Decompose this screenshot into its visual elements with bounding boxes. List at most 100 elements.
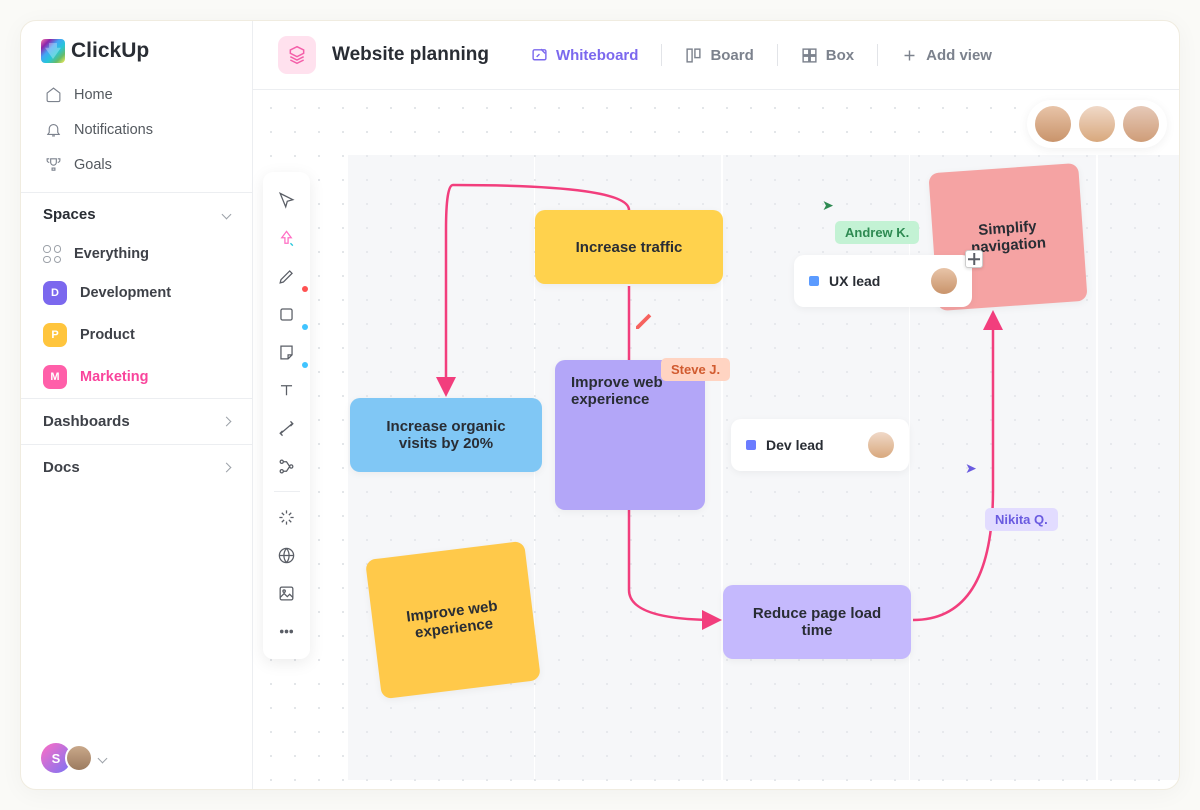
tool-image[interactable] bbox=[269, 575, 305, 611]
space-label: Marketing bbox=[80, 369, 149, 385]
user-avatar-photo bbox=[65, 744, 93, 772]
whiteboard-icon bbox=[531, 47, 548, 64]
pencil-icon bbox=[277, 267, 296, 286]
separator bbox=[274, 491, 300, 492]
nav-home-label: Home bbox=[74, 87, 113, 103]
sticky-icon bbox=[277, 343, 296, 362]
tool-more[interactable] bbox=[269, 613, 305, 649]
grid-icon bbox=[43, 245, 61, 263]
image-icon bbox=[277, 584, 296, 603]
space-badge: P bbox=[43, 323, 67, 347]
bell-icon bbox=[45, 121, 62, 138]
logo-mark-icon bbox=[41, 39, 65, 63]
presence-avatar[interactable]: .pres-av[style*="linear-gradient(180deg,… bbox=[1079, 106, 1115, 142]
grid-column bbox=[1098, 155, 1180, 780]
remote-cursor-andrew: ➤ bbox=[822, 197, 834, 214]
dashboards-section[interactable]: Dashboards bbox=[21, 398, 252, 444]
space-label: Product bbox=[80, 327, 135, 343]
globe-icon bbox=[277, 546, 296, 565]
space-badge: D bbox=[43, 281, 67, 305]
nav-goals-label: Goals bbox=[74, 157, 112, 173]
presence-avatar[interactable]: .pres-av[style*="linear-gradient(180deg,… bbox=[1123, 106, 1159, 142]
assignee-label: UX lead bbox=[829, 273, 880, 289]
project-icon bbox=[278, 36, 316, 74]
docs-section[interactable]: Docs bbox=[21, 444, 252, 490]
presence-avatar[interactable]: .pres-av[style*="linear-gradient(180deg,… bbox=[1035, 106, 1071, 142]
project-title: Website planning bbox=[332, 44, 489, 66]
tab-board-label: Board bbox=[710, 47, 753, 64]
card[interactable]: Increase traffic bbox=[535, 210, 723, 284]
tool-clickup[interactable] bbox=[269, 220, 305, 256]
nav-home[interactable]: Home bbox=[33, 77, 240, 112]
space-everything-label: Everything bbox=[74, 246, 149, 262]
chevron-right-icon bbox=[222, 463, 232, 473]
tool-text[interactable] bbox=[269, 372, 305, 408]
whiteboard-canvas[interactable]: .pres-av[style*="linear-gradient(180deg,… bbox=[253, 90, 1179, 789]
tab-box[interactable]: Box bbox=[787, 40, 868, 71]
connector-icon bbox=[277, 419, 296, 438]
nav-notifications-label: Notifications bbox=[74, 122, 153, 138]
main: Website planning Whiteboard Board Box Ad… bbox=[253, 21, 1179, 789]
card[interactable]: Improve web experience bbox=[555, 360, 705, 510]
cursor-label-andrew: Andrew K. bbox=[835, 221, 919, 244]
tab-board[interactable]: Board bbox=[671, 40, 767, 71]
tool-pencil[interactable] bbox=[269, 258, 305, 294]
space-item-development[interactable]: D Development bbox=[21, 272, 252, 314]
chevron-right-icon bbox=[222, 417, 232, 427]
assignee-label: Dev lead bbox=[766, 437, 824, 453]
add-view-button[interactable]: Add view bbox=[887, 40, 1006, 71]
docs-label: Docs bbox=[43, 459, 80, 476]
dots-icon bbox=[277, 622, 296, 641]
nodes-icon bbox=[277, 457, 296, 476]
tab-whiteboard-label: Whiteboard bbox=[556, 47, 639, 64]
move-handle-icon[interactable] bbox=[965, 250, 983, 268]
status-icon bbox=[746, 440, 756, 450]
square-icon bbox=[277, 305, 296, 324]
color-badge bbox=[302, 362, 308, 368]
space-item-product[interactable]: P Product bbox=[21, 314, 252, 356]
space-label: Development bbox=[80, 285, 171, 301]
sidebar: ClickUp Home Notifications Goals Spaces … bbox=[21, 21, 253, 789]
color-badge bbox=[302, 324, 308, 330]
space-item-marketing[interactable]: MMarketing bbox=[21, 356, 252, 398]
clickup-shape-icon bbox=[277, 229, 296, 248]
card[interactable]: Increase organic visits by 20% bbox=[350, 398, 542, 472]
user-menu[interactable]: S bbox=[21, 727, 252, 789]
caret-down-icon bbox=[98, 753, 108, 763]
assignee-card[interactable]: UX lead bbox=[794, 255, 972, 307]
nav-goals[interactable]: Goals bbox=[33, 147, 240, 182]
nav-notifications[interactable]: Notifications bbox=[33, 112, 240, 147]
assignee-avatar bbox=[931, 268, 957, 294]
chevron-down-icon bbox=[222, 210, 232, 220]
divider bbox=[777, 44, 778, 66]
box-icon bbox=[801, 47, 818, 64]
card[interactable]: Improve web experience bbox=[365, 541, 541, 699]
presence-bar[interactable]: .pres-av[style*="linear-gradient(180deg,… bbox=[1027, 100, 1167, 148]
topbar: Website planning Whiteboard Board Box Ad… bbox=[253, 21, 1179, 90]
dashboards-label: Dashboards bbox=[43, 413, 130, 430]
sparkle-icon bbox=[277, 508, 296, 527]
status-icon bbox=[809, 276, 819, 286]
tool-connector[interactable] bbox=[269, 410, 305, 446]
logo-text: ClickUp bbox=[71, 39, 149, 63]
add-view-label: Add view bbox=[926, 47, 992, 64]
home-icon bbox=[45, 86, 62, 103]
canvas-toolbar bbox=[263, 172, 310, 659]
tool-sticky[interactable] bbox=[269, 334, 305, 370]
tool-ai[interactable] bbox=[269, 499, 305, 535]
spaces-header[interactable]: Spaces bbox=[21, 192, 252, 236]
tab-box-label: Box bbox=[826, 47, 854, 64]
card[interactable]: Reduce page load time bbox=[723, 585, 911, 659]
cursor-label-steve: Steve J. bbox=[661, 358, 730, 381]
space-everything[interactable]: Everything bbox=[21, 236, 252, 272]
assignee-card[interactable]: Dev lead bbox=[731, 419, 909, 471]
tool-shape[interactable] bbox=[269, 296, 305, 332]
tool-select[interactable] bbox=[269, 182, 305, 218]
tool-mindmap[interactable] bbox=[269, 448, 305, 484]
text-icon bbox=[277, 381, 296, 400]
logo[interactable]: ClickUp bbox=[41, 39, 232, 63]
trophy-icon bbox=[45, 156, 62, 173]
cursor-icon bbox=[277, 191, 296, 210]
tool-web[interactable] bbox=[269, 537, 305, 573]
tab-whiteboard[interactable]: Whiteboard bbox=[517, 40, 653, 71]
